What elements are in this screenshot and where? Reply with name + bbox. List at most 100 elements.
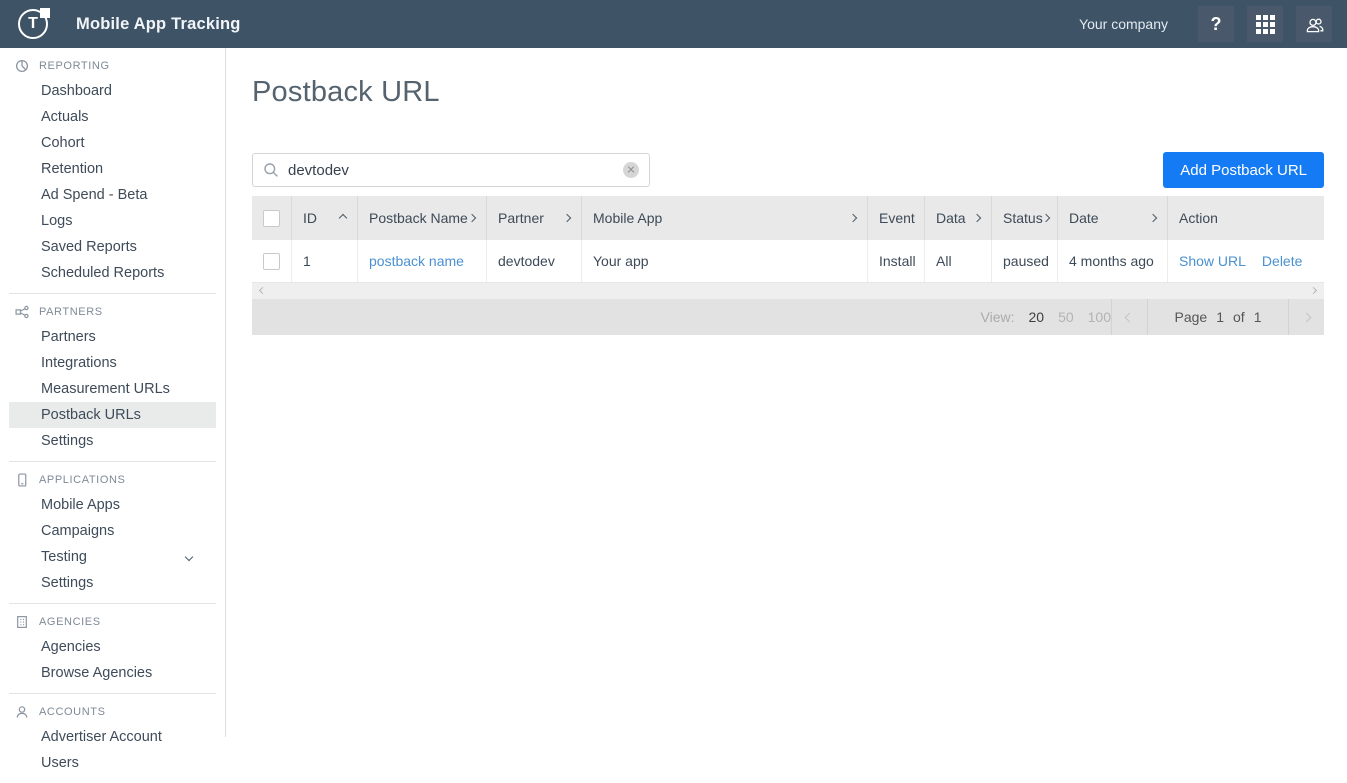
sidebar-item-agencies[interactable]: Agencies [9, 634, 216, 660]
sidebar-item-measurement-urls[interactable]: Measurement URLs [9, 376, 216, 402]
sort-icon [468, 214, 476, 222]
sidebar-item-browse-agencies[interactable]: Browse Agencies [9, 660, 216, 686]
row-select-cell [252, 240, 292, 282]
chevron-down-icon [185, 553, 193, 561]
sidebar-item-logs[interactable]: Logs [9, 208, 216, 234]
help-button[interactable]: ? [1198, 6, 1234, 42]
view-option-50[interactable]: 50 [1058, 309, 1074, 325]
sidebar-item-ad-spend-beta[interactable]: Ad Spend - Beta [9, 182, 216, 208]
section-label: ACCOUNTS [39, 706, 106, 718]
chevron-left-icon [1125, 312, 1135, 322]
total-pages: 1 [1254, 309, 1262, 325]
section-header: PARTNERS [9, 300, 216, 324]
column-label: Data [936, 210, 966, 226]
column-header-postback-name[interactable]: Postback Name [358, 196, 487, 240]
sort-icon [849, 214, 857, 222]
sidebar-item-integrations[interactable]: Integrations [9, 350, 216, 376]
sidebar-item-dashboard[interactable]: Dashboard [9, 78, 216, 104]
sidebar-item-saved-reports[interactable]: Saved Reports [9, 234, 216, 260]
company-name[interactable]: Your company [1079, 16, 1168, 32]
table-header-row: ID Postback Name Partner Mobile App Even… [252, 196, 1324, 240]
show-url-link[interactable]: Show URL [1179, 253, 1246, 269]
page-info: Page 1 of 1 [1148, 309, 1288, 325]
clear-search-icon[interactable] [623, 162, 639, 178]
cell-status: paused [992, 240, 1058, 282]
view-option-100[interactable]: 100 [1088, 309, 1111, 325]
column-header-id[interactable]: ID [292, 196, 358, 240]
column-header-data[interactable]: Data [925, 196, 992, 240]
cell-postback-name: postback name [358, 240, 487, 282]
app-title: Mobile App Tracking [76, 15, 241, 34]
sidebar-item-users[interactable]: Users [9, 750, 216, 776]
account-button[interactable] [1296, 6, 1332, 42]
cell-event: Install [868, 240, 925, 282]
section-label: PARTNERS [39, 306, 103, 318]
prev-page-button[interactable] [1112, 299, 1147, 335]
section-label: REPORTING [39, 60, 110, 72]
select-all-checkbox[interactable] [263, 210, 280, 227]
question-mark-icon: ? [1211, 14, 1222, 35]
sidebar-item-cohort[interactable]: Cohort [9, 130, 216, 156]
cell-mobile-app: Your app [582, 240, 868, 282]
mobile-phone-icon [15, 473, 29, 487]
search-input[interactable] [279, 162, 623, 179]
sidebar-item-testing[interactable]: Testing [9, 544, 216, 570]
cell-data: All [925, 240, 992, 282]
column-label: Date [1069, 210, 1099, 226]
sidebar-item-partners[interactable]: Partners [9, 324, 216, 350]
section-header: APPLICATIONS [9, 468, 216, 492]
tune-logo[interactable] [18, 9, 48, 39]
scroll-right-icon[interactable] [1310, 287, 1317, 294]
sidebar-item-partner-settings[interactable]: Settings [9, 428, 216, 454]
top-navbar: Mobile App Tracking Your company ? [0, 0, 1347, 48]
users-icon [1304, 14, 1325, 35]
sort-icon [1041, 214, 1049, 222]
sidebar-item-mobile-apps[interactable]: Mobile Apps [9, 492, 216, 518]
view-label: View: [981, 309, 1015, 325]
column-header-date[interactable]: Date [1058, 196, 1168, 240]
sidebar-item-application-settings[interactable]: Settings [9, 570, 216, 596]
column-label: Action [1179, 210, 1218, 226]
column-label: Event [879, 210, 915, 226]
sidebar-item-campaigns[interactable]: Campaigns [9, 518, 216, 544]
sort-icon [563, 214, 571, 222]
sidebar-section-agencies: AGENCIES Agencies Browse Agencies [9, 604, 216, 694]
sidebar-section-applications: APPLICATIONS Mobile Apps Campaigns Testi… [9, 462, 216, 604]
next-page-button[interactable] [1289, 299, 1324, 335]
sidebar-item-actuals[interactable]: Actuals [9, 104, 216, 130]
section-label: APPLICATIONS [39, 474, 125, 486]
network-icon [15, 305, 29, 319]
sidebar-section-accounts: ACCOUNTS Advertiser Account Users [9, 694, 216, 783]
chevron-right-icon [1302, 312, 1312, 322]
column-label: Status [1003, 210, 1043, 226]
column-header-event[interactable]: Event [868, 196, 925, 240]
add-postback-url-button[interactable]: Add Postback URL [1163, 152, 1324, 188]
scroll-left-icon[interactable] [259, 287, 266, 294]
sidebar-item-retention[interactable]: Retention [9, 156, 216, 182]
cell-date: 4 months ago [1058, 240, 1168, 282]
page-number: 1 [1216, 309, 1224, 325]
logo-ring [18, 9, 48, 39]
page-title: Postback URL [252, 76, 440, 109]
column-header-status[interactable]: Status [992, 196, 1058, 240]
column-header-partner[interactable]: Partner [487, 196, 582, 240]
building-icon [15, 615, 29, 629]
sidebar-section-reporting: REPORTING Dashboard Actuals Cohort Reten… [9, 48, 216, 294]
sidebar-section-partners: PARTNERS Partners Integrations Measureme… [9, 294, 216, 462]
sidebar-item-postback-urls[interactable]: Postback URLs [9, 402, 216, 428]
table-row: 1 postback name devtodev Your app Instal… [252, 240, 1324, 283]
user-icon [15, 705, 29, 719]
delete-link[interactable]: Delete [1262, 253, 1302, 269]
cell-partner: devtodev [487, 240, 582, 282]
page-label: Page [1175, 309, 1208, 325]
postback-url-table: ID Postback Name Partner Mobile App Even… [252, 196, 1324, 335]
view-option-20[interactable]: 20 [1028, 309, 1044, 325]
row-checkbox[interactable] [263, 253, 280, 270]
sidebar-item-scheduled-reports[interactable]: Scheduled Reports [9, 260, 216, 286]
sidebar-item-advertiser-account[interactable]: Advertiser Account [9, 724, 216, 750]
horizontal-scrollbar[interactable] [252, 283, 1324, 299]
apps-grid-button[interactable] [1247, 6, 1283, 42]
column-label: Partner [498, 210, 544, 226]
postback-name-link[interactable]: postback name [369, 253, 464, 269]
column-header-mobile-app[interactable]: Mobile App [582, 196, 868, 240]
